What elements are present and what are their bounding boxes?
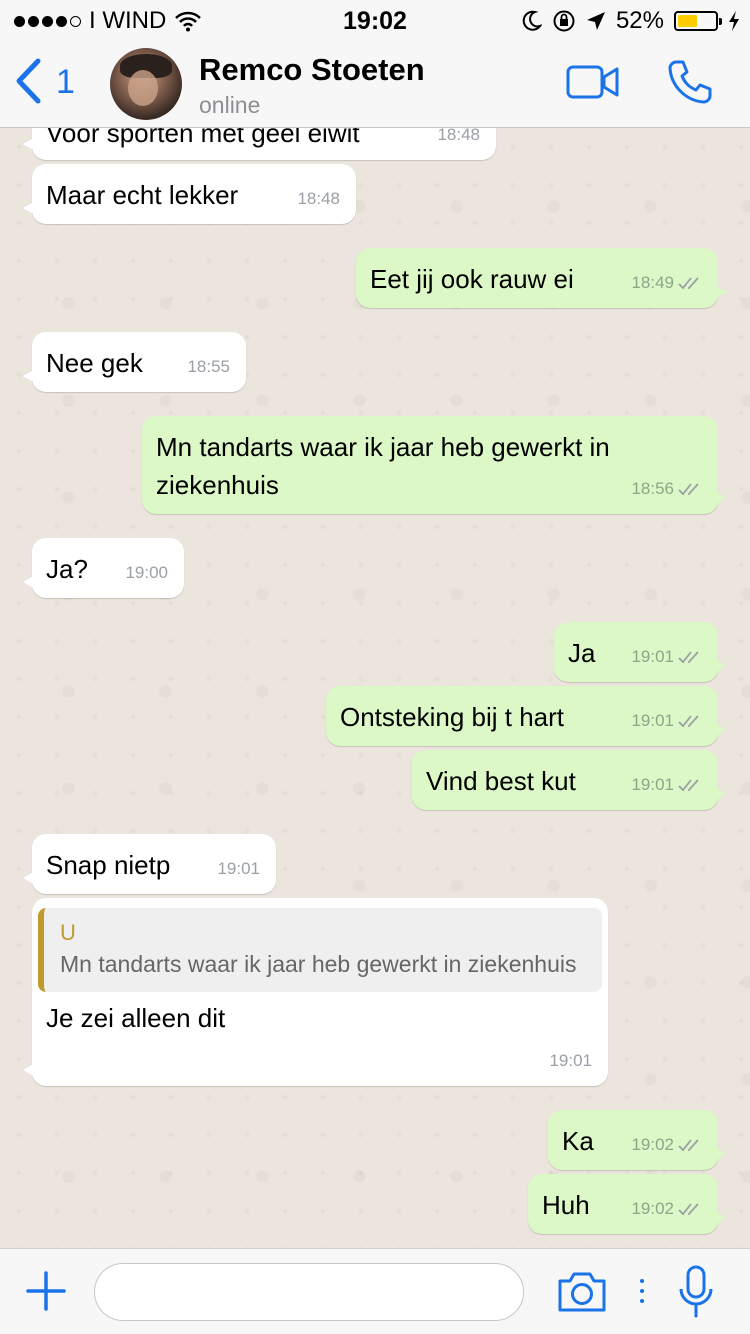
message-time: 19:01 <box>631 775 674 794</box>
chat-header: 1 Remco Stoeten online <box>0 40 750 128</box>
message-bubble-incoming[interactable]: Maar echt lekker 18:48 <box>23 164 356 224</box>
status-bar: I WIND 19:02 52% <box>0 0 750 40</box>
message-text: Maar echt lekker <box>46 180 239 210</box>
message-meta: 18:55 <box>187 348 230 386</box>
message-time: 18:55 <box>187 357 230 376</box>
attach-button[interactable] <box>26 1271 66 1316</box>
double-check-icon <box>678 651 699 664</box>
message-bubble-outgoing[interactable]: Ontsteking bij t hart 19:01 <box>326 686 727 746</box>
message-meta: 18:48 <box>297 180 340 218</box>
video-call-button[interactable] <box>566 64 620 105</box>
message-meta: 19:01 <box>549 1042 592 1080</box>
double-check-icon <box>678 1203 699 1216</box>
battery-percent: 52% <box>615 7 664 34</box>
location-icon <box>586 12 605 30</box>
message-text: Voor sporten met geel eiwit <box>46 128 360 148</box>
message-time: 18:48 <box>297 189 340 208</box>
message-meta: 19:02 <box>631 1126 702 1164</box>
double-check-icon <box>678 483 699 496</box>
message-bubble-outgoing[interactable]: Mn tandarts waar ik jaar heb gewerkt in … <box>142 416 727 514</box>
message-time: 19:01 <box>631 711 674 730</box>
message-bubble-outgoing[interactable]: Eet jij ook rauw ei 18:49 <box>356 248 727 308</box>
double-check-icon <box>678 779 699 792</box>
message-time: 19:01 <box>217 859 260 878</box>
message-bubble-incoming[interactable]: Nee gek 18:55 <box>23 332 246 392</box>
phone-icon <box>668 60 712 104</box>
message-text: Mn tandarts waar ik jaar heb gewerkt in … <box>156 432 618 500</box>
message-bubble-outgoing[interactable]: Huh 19:02 <box>528 1174 727 1234</box>
back-button[interactable]: 1 <box>14 58 75 104</box>
battery-fill <box>678 15 697 27</box>
avatar[interactable] <box>110 48 182 120</box>
battery-icon <box>674 11 722 31</box>
message-time: 19:01 <box>631 647 674 666</box>
message-bubble-incoming-reply[interactable]: U Mn tandarts waar ik jaar heb gewerkt i… <box>23 898 608 1086</box>
voice-message-button[interactable] <box>678 1265 714 1324</box>
message-time: 18:56 <box>631 479 674 498</box>
message-meta: 19:01 <box>631 766 702 804</box>
message-bubble-outgoing[interactable]: Vind best kut 19:01 <box>412 750 727 810</box>
status-right: 52% <box>522 7 740 35</box>
video-camera-icon <box>566 65 619 99</box>
plus-icon <box>26 1271 66 1311</box>
voice-call-button[interactable] <box>666 58 714 111</box>
message-meta: 19:01 <box>631 702 702 740</box>
camera-icon <box>558 1272 606 1312</box>
quoted-text: Mn tandarts waar ik jaar heb gewerkt in … <box>60 951 577 977</box>
message-meta: 19:01 <box>631 638 702 676</box>
message-time: 19:02 <box>631 1135 674 1154</box>
message-bubble-outgoing[interactable]: Ja 19:01 <box>554 622 727 682</box>
double-check-icon <box>678 1139 699 1152</box>
composer-bar <box>0 1248 750 1334</box>
contact-status: online <box>199 92 261 118</box>
message-bubble-outgoing[interactable]: Ka 19:02 <box>548 1110 727 1170</box>
message-meta: 18:48 <box>437 128 480 154</box>
charging-icon <box>729 11 739 31</box>
message-meta: 19:01 <box>217 850 260 888</box>
message-time: 19:00 <box>125 563 168 582</box>
message-time: 19:02 <box>631 1199 674 1218</box>
message-input[interactable] <box>94 1263 524 1321</box>
do-not-disturb-icon <box>522 10 542 31</box>
chevron-left-icon <box>16 58 41 104</box>
quoted-message[interactable]: U Mn tandarts waar ik jaar heb gewerkt i… <box>38 908 602 992</box>
message-meta: 19:02 <box>631 1190 702 1228</box>
message-time: 18:49 <box>631 273 674 292</box>
microphone-icon <box>679 1265 713 1318</box>
message-time: 19:01 <box>549 1051 592 1070</box>
message-meta: 18:56 <box>631 470 702 508</box>
message-bubble-incoming[interactable]: Snap nietp 19:01 <box>23 834 276 894</box>
separator-dots <box>640 1279 644 1303</box>
message-meta: 19:00 <box>125 554 168 592</box>
message-list[interactable]: Voor sporten met geel eiwit 18:48 Maar e… <box>0 128 750 1248</box>
double-check-icon <box>678 715 699 728</box>
message-time: 18:48 <box>437 128 480 144</box>
camera-button[interactable] <box>556 1271 608 1318</box>
orientation-lock-icon <box>553 10 575 32</box>
double-check-icon <box>678 277 699 290</box>
message-text: Je zei alleen dit <box>46 1003 226 1033</box>
message-bubble-incoming[interactable]: Voor sporten met geel eiwit 18:48 <box>23 128 496 160</box>
message-meta: 18:49 <box>631 264 702 302</box>
unread-count: 1 <box>56 62 75 101</box>
message-bubble-incoming[interactable]: Ja? 19:00 <box>23 538 184 598</box>
contact-name[interactable]: Remco Stoeten <box>199 52 425 88</box>
quoted-author: U <box>60 920 76 945</box>
